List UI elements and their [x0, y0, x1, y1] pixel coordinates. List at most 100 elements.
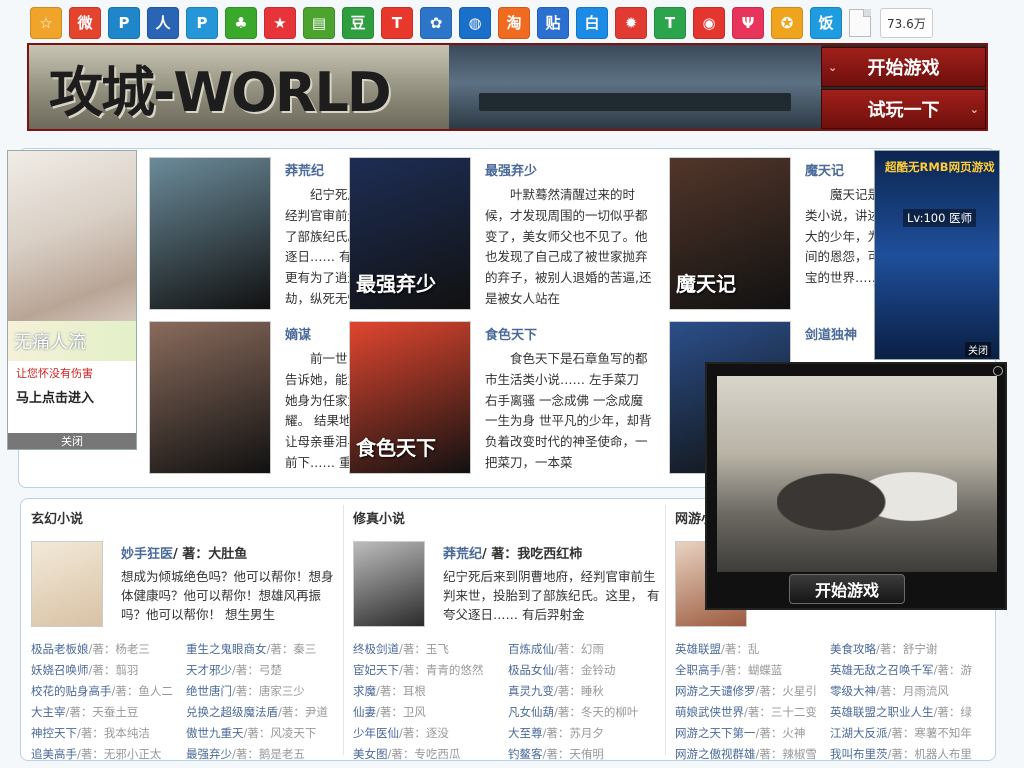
list-item[interactable]: 钓鳌客/著：天侑明: [508, 744, 638, 765]
book-link[interactable]: 萌娘武侠世界: [675, 705, 744, 719]
book-link[interactable]: 美女图: [353, 747, 388, 761]
try-game-button[interactable]: 试玩一下 ⌄: [821, 89, 986, 129]
people-icon[interactable]: 人: [147, 7, 179, 39]
list-item[interactable]: 神控天下/著：我本纯洁: [31, 723, 173, 744]
tudou-icon[interactable]: T: [654, 7, 686, 39]
book-cover[interactable]: [149, 157, 271, 310]
book-link[interactable]: 凡女仙葫: [508, 705, 554, 719]
video-start-game-button[interactable]: 开始游戏: [789, 574, 905, 604]
book-link[interactable]: 神控天下: [31, 726, 77, 740]
book-title-link[interactable]: 剑道独神: [805, 324, 857, 343]
book-link[interactable]: 美食攻略: [830, 642, 876, 656]
feature-title-link[interactable]: 妙手狂医: [121, 547, 173, 562]
right-float-ad[interactable]: 超酷无RMB网页游戏 Lv:100 医师 关闭: [874, 150, 1000, 360]
list-item[interactable]: 妖娆召唤师/著：翦羽: [31, 660, 173, 681]
list-item[interactable]: 绝世唐门/著：唐家三少: [186, 681, 328, 702]
list-item[interactable]: 网游之傲视群雄/著：辣椒雪: [675, 744, 817, 765]
list-item[interactable]: 英雄无敌之召唤千军/著：游: [830, 660, 972, 681]
book-cover[interactable]: 食色天下: [349, 321, 471, 474]
feature-cover[interactable]: [353, 541, 425, 627]
category-feature[interactable]: 莽荒纪/ 著：我吃西红柿 纪宁死后来到阴曹地府，经判官审前生判来世，投胎到了部族纪…: [353, 541, 659, 633]
book-link[interactable]: 重生之鬼眼商女: [186, 642, 267, 656]
book-link[interactable]: 傲世九重天: [186, 726, 244, 740]
list-item[interactable]: 少年医仙/著：逐没: [353, 723, 483, 744]
baidu-bai-icon[interactable]: 白: [576, 7, 608, 39]
list-item[interactable]: 仙妻/著：卫风: [353, 702, 483, 723]
book-link[interactable]: 极品女仙: [508, 663, 554, 677]
feature-cover[interactable]: [31, 541, 103, 627]
left-float-ad[interactable]: 无痛人流 让您怀没有伤害 马上点击进入 关闭: [7, 150, 137, 450]
book-title-link[interactable]: 魔天记: [805, 160, 844, 179]
book-title-link[interactable]: 莽荒纪: [285, 160, 324, 179]
video-popup-ad[interactable]: 开始游戏: [705, 362, 1007, 610]
list-item[interactable]: 江湖大反派/著：寒薯不知年: [830, 723, 972, 744]
list-item[interactable]: 百炼成仙/著：幻雨: [508, 639, 638, 660]
list-item[interactable]: 兑换之超级魔法盾/著：尹道: [186, 702, 328, 723]
book-link[interactable]: 仙妻: [353, 705, 376, 719]
book-link[interactable]: 天才邪少: [186, 663, 232, 677]
qzone-icon[interactable]: ✪: [771, 7, 803, 39]
pcbaby-icon[interactable]: P: [186, 7, 218, 39]
ad-close-button[interactable]: 关闭: [965, 342, 991, 357]
list-item[interactable]: 我叫布里茨/著：机器人布里: [830, 744, 972, 765]
sina-icon[interactable]: ✹: [615, 7, 647, 39]
list-item[interactable]: 最强弃少/著：鹅是老五: [186, 744, 328, 765]
ad-enter-button[interactable]: 马上点击进入: [16, 387, 94, 406]
category-feature[interactable]: 妙手狂医/ 著：大肚鱼 想成为倾城绝色吗？他可以帮你！想身体健康吗？他可以帮你！想…: [31, 541, 337, 633]
list-item[interactable]: 追美高手/著：无邪小正太: [31, 744, 173, 765]
ad-close-button[interactable]: 关闭: [8, 433, 136, 449]
list-item[interactable]: 极品老板娘/著：杨老三: [31, 639, 173, 660]
book-link[interactable]: 全职高手: [675, 663, 721, 677]
book-link[interactable]: 极品老板娘: [31, 642, 89, 656]
book-link[interactable]: 大主宰: [31, 705, 66, 719]
book-link[interactable]: 绝世唐门: [186, 684, 232, 698]
document-icon[interactable]: [849, 9, 871, 37]
book-link[interactable]: 追美高手: [31, 747, 77, 761]
book-link[interactable]: 妖娆召唤师: [31, 663, 89, 677]
fanfou-icon[interactable]: 饭: [810, 7, 842, 39]
weibo-icon[interactable]: 微: [69, 7, 101, 39]
tieba-icon[interactable]: 贴: [537, 7, 569, 39]
book-link[interactable]: 我叫布里茨: [830, 747, 888, 761]
feature-title-link[interactable]: 莽荒纪: [443, 547, 482, 562]
tianya-icon[interactable]: T: [381, 7, 413, 39]
list-item[interactable]: 大主宰/著：天蚕土豆: [31, 702, 173, 723]
book-link[interactable]: 终极剑道: [353, 642, 399, 656]
info-icon[interactable]: [993, 366, 1003, 376]
list-item[interactable]: 求魔/著：耳根: [353, 681, 483, 702]
list-item[interactable]: 凡女仙葫/著：冬天的柳叶: [508, 702, 638, 723]
list-item[interactable]: 美食攻略/著：舒宁谢: [830, 639, 972, 660]
renren-icon[interactable]: ◍: [459, 7, 491, 39]
featured-book[interactable]: 最强弃少 最强弃少 叶默蓦然清醒过来的时候，才发现周围的一切似乎都变了，美女师父也不…: [349, 157, 659, 312]
list-item[interactable]: 英雄联盟/著：乱: [675, 639, 817, 660]
clover-icon[interactable]: ♣: [225, 7, 257, 39]
cheap-icon[interactable]: ☆: [30, 7, 62, 39]
meilishuo-icon[interactable]: Ψ: [732, 7, 764, 39]
book-link[interactable]: 网游之天下第一: [675, 726, 756, 740]
book-link[interactable]: 大至尊: [508, 726, 543, 740]
book-cover[interactable]: 魔天记: [669, 157, 791, 310]
book-link[interactable]: 兑换之超级魔法盾: [186, 705, 278, 719]
book-title-link[interactable]: 食色天下: [485, 324, 537, 343]
taobao-icon[interactable]: 淘: [498, 7, 530, 39]
book-link[interactable]: 宦妃天下: [353, 663, 399, 677]
book-link[interactable]: 江湖大反派: [830, 726, 888, 740]
list-item[interactable]: 美女图/著：专吃西瓜: [353, 744, 483, 765]
book-icon[interactable]: ▤: [303, 7, 335, 39]
list-item[interactable]: 零级大神/著：月雨流风: [830, 681, 972, 702]
list-item[interactable]: 全职高手/著：蝴蝶蓝: [675, 660, 817, 681]
list-item[interactable]: 校花的贴身高手/著：鱼人二: [31, 681, 173, 702]
list-item[interactable]: 重生之鬼眼商女/著：秦三: [186, 639, 328, 660]
book-link[interactable]: 少年医仙: [353, 726, 399, 740]
book-link[interactable]: 最强弃少: [186, 747, 232, 761]
book-link[interactable]: 百炼成仙: [508, 642, 554, 656]
list-item[interactable]: 宦妃天下/著：青青的悠然: [353, 660, 483, 681]
list-item[interactable]: 天才邪少/著：弓楚: [186, 660, 328, 681]
star-icon[interactable]: ★: [264, 7, 296, 39]
category-heading[interactable]: 修真小说: [353, 508, 405, 527]
book-cover[interactable]: 最强弃少: [349, 157, 471, 310]
book-link[interactable]: 英雄联盟: [675, 642, 721, 656]
list-item[interactable]: 大至尊/著：苏月夕: [508, 723, 638, 744]
list-item[interactable]: 真灵九变/著：睡秋: [508, 681, 638, 702]
list-item[interactable]: 终极剑道/著：玉飞: [353, 639, 483, 660]
